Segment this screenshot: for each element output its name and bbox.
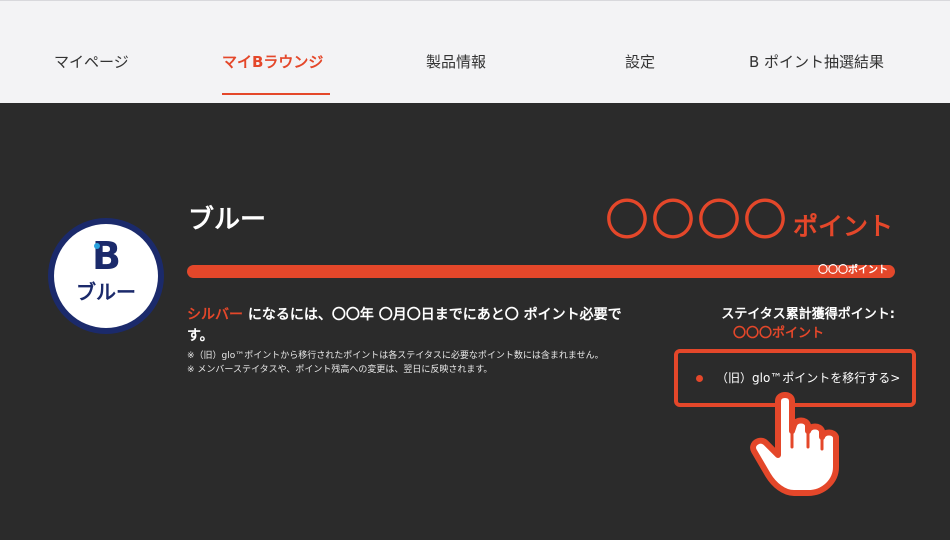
nav-item-my-b-lounge[interactable]: マイBラウンジ (222, 51, 323, 73)
progress-bar (187, 265, 895, 278)
nav-item-mypage[interactable]: マイページ (54, 51, 129, 73)
points-value: 〇〇〇〇 (604, 195, 789, 246)
pointing-hand-icon (750, 392, 839, 496)
progress-bar-label: 〇〇〇ポイント (818, 265, 888, 276)
badge-tier-label: ブルー (76, 280, 136, 304)
points-balance: 〇〇〇〇 ポイント (605, 193, 893, 249)
next-tier-name: シルバー (187, 307, 243, 323)
tier-badge-inner: B ブルー (54, 224, 158, 328)
migrate-points-label[interactable]: （旧）glo™ポイントを移行する> (716, 369, 900, 387)
lounge-status-panel: B ブルー ブルー 〇〇〇〇 ポイント 〇〇〇ポイント シルバー になるには、〇〇… (0, 103, 950, 540)
next-tier-description: シルバー になるには、〇〇年 〇月〇日までにあと〇 ポイント必要です。 (187, 305, 627, 347)
progress-bar-fill (187, 265, 895, 278)
bullet-icon (696, 375, 703, 382)
status-points-value: 〇〇〇ポイント (733, 326, 825, 341)
nav-item-products[interactable]: 製品情報 (426, 51, 486, 73)
tier-badge: B ブルー (48, 218, 164, 334)
note-update-timing: ※ メンバーステイタスや、ポイント残高への変更は、翌日に反映されます。 (187, 365, 493, 375)
nav-item-b-point-lottery[interactable]: B ポイント抽選結果 (749, 51, 884, 73)
tier-name: ブルー (188, 205, 267, 235)
status-points-title: ステイタス累計獲得ポイント: (721, 307, 895, 322)
badge-dot-icon (94, 243, 100, 249)
top-navigation: マイページ マイBラウンジ 製品情報 設定 B ポイント抽選結果 (0, 0, 950, 103)
next-tier-requirement: になるには、〇〇年 〇月〇日までにあと〇 ポイント必要です。 (187, 307, 622, 344)
note-migrated-points: ※（旧）glo™ポイントから移行されたポイントは各ステイタスに必要なポイント数に… (187, 351, 604, 361)
badge-b-logo: B (92, 234, 121, 278)
active-tab-underline (222, 93, 330, 95)
nav-item-settings[interactable]: 設定 (625, 51, 655, 73)
points-unit: ポイント (792, 212, 893, 241)
